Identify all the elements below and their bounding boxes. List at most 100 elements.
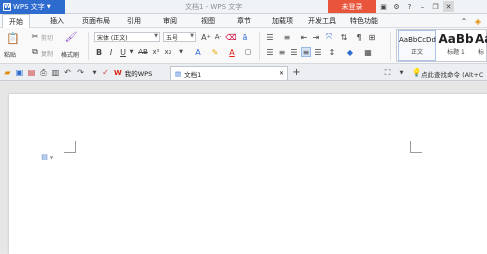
tab-developer[interactable]: 开发工具 (308, 16, 336, 26)
chevron-down-icon[interactable]: ▼ (176, 47, 186, 57)
tab-references[interactable]: 引用 (127, 16, 141, 26)
superscript-icon[interactable]: x² (151, 47, 161, 57)
chevron-down-icon[interactable]: ▼ (90, 68, 99, 77)
wps-logo-icon: W (3, 3, 11, 11)
tab-view[interactable]: 视图 (201, 16, 215, 26)
align-right-icon[interactable]: ☰ (289, 47, 299, 57)
distributed-icon[interactable]: ☰ (313, 47, 323, 57)
borders-icon[interactable]: ▦ (363, 47, 373, 57)
wps-app-menu-button[interactable]: W WPS 文字 ▼ (0, 0, 65, 14)
paste-icon[interactable]: 📋 (6, 31, 20, 45)
chevron-down-icon[interactable]: ▼ (397, 68, 406, 77)
grow-font-icon[interactable]: A + (201, 32, 211, 42)
tab-section[interactable]: 章节 (237, 16, 251, 26)
increase-indent-icon[interactable]: ⇥ (311, 32, 321, 42)
open-folder-icon[interactable]: ▰ (3, 68, 12, 77)
save-icon[interactable]: ▣ (15, 68, 24, 77)
style-heading-1[interactable]: AaBb 标题 1 (438, 30, 474, 61)
print-preview-icon[interactable]: ▥ (51, 68, 60, 77)
login-button[interactable]: 未登录 (328, 0, 376, 13)
format-painter-icon[interactable]: 🖌 (65, 31, 78, 43)
menu-tab-bar: 开始 插入 页面布局 引用 审阅 视图 章节 加载项 开发工具 特色功能 ⌃ ◈ (0, 14, 487, 28)
export-pdf-icon[interactable]: ▤ (27, 68, 36, 77)
margin-corner-top-right (410, 141, 422, 153)
tab-insert[interactable]: 插入 (50, 16, 64, 26)
align-center-icon[interactable]: ≡ (277, 47, 287, 57)
command-search[interactable]: 点此查找命令 (Alt+C (421, 69, 483, 79)
tab-review[interactable]: 审阅 (163, 16, 177, 26)
font-size-select[interactable]: 五号 ▼ (163, 32, 196, 42)
settings-icon[interactable]: ⚙ (391, 1, 402, 12)
phonetic-guide-icon[interactable]: ā (240, 32, 250, 42)
tab-special-features[interactable]: 特色功能 (350, 16, 378, 26)
char-border-icon[interactable]: ▢ (243, 47, 253, 57)
chinese-layout-icon[interactable]: ⤧ (324, 32, 334, 42)
undo-icon[interactable]: ↶ (63, 68, 72, 77)
tab-label: 文档1 (184, 70, 202, 79)
subscript-icon[interactable]: x₂ (163, 47, 173, 57)
chevron-down-icon: ▼ (190, 33, 194, 39)
chevron-down-icon[interactable]: ▼ (129, 47, 134, 57)
document-canvas: ▤ ▼ (0, 81, 487, 254)
copy-label[interactable]: 复制 (41, 49, 53, 58)
justify-icon[interactable]: ≡ (301, 47, 311, 57)
style-sample: AaBb (438, 32, 474, 46)
show-marks-icon[interactable]: ¶ (354, 32, 364, 42)
dock-icon[interactable]: ⛶ (383, 68, 392, 77)
close-icon[interactable]: ✕ (443, 1, 454, 12)
lightbulb-icon: 💡 (411, 68, 422, 77)
ink-icon[interactable]: ✓ (101, 68, 110, 77)
skin-icon[interactable]: ▣ (378, 1, 389, 12)
close-icon[interactable]: ✕ (279, 70, 284, 77)
font-color-icon[interactable]: A (227, 47, 237, 57)
chevron-down-icon: ▼ (46, 4, 51, 10)
strikethrough-icon[interactable]: AB (137, 47, 149, 57)
tab-add-ins[interactable]: 加载项 (272, 16, 293, 26)
format-painter-label[interactable]: 格式刷 (61, 50, 79, 59)
share-icon[interactable]: ◈ (473, 16, 483, 26)
italic-icon[interactable]: I (106, 47, 116, 57)
print-icon[interactable]: ⎙ (39, 68, 48, 77)
table-icon[interactable]: ⊞ (367, 32, 377, 42)
bold-icon[interactable]: B (94, 47, 104, 57)
cut-icon[interactable]: ✂ (31, 32, 39, 41)
redo-icon[interactable]: ↷ (76, 68, 85, 77)
chevron-down-icon: ▼ (154, 33, 158, 39)
cut-label[interactable]: 剪切 (41, 33, 53, 42)
style-name: 标题 1 (447, 49, 465, 56)
paste-label[interactable]: 粘贴 (4, 50, 16, 59)
highlight-color-icon[interactable]: ✎ (210, 47, 220, 57)
bullet-list-icon[interactable]: ☰ (265, 32, 275, 42)
chevron-down-icon[interactable]: ▼ (49, 153, 54, 161)
tab-document-1[interactable]: ▤ 文档1 ✕ (170, 66, 288, 80)
help-icon[interactable]: ? (404, 1, 415, 12)
tab-home[interactable]: 开始 (2, 14, 30, 28)
copy-icon[interactable]: ⧉ (31, 47, 39, 56)
align-left-icon[interactable]: ☰ (265, 47, 275, 57)
style-heading-2[interactable]: Aa 标 (475, 30, 487, 61)
text-effects-icon[interactable]: A (193, 47, 203, 57)
document-page[interactable]: ▤ ▼ (9, 94, 487, 254)
shading-icon[interactable]: ◆ (345, 47, 355, 57)
underline-icon[interactable]: U (118, 47, 128, 57)
clear-format-icon[interactable]: ⌫ (225, 32, 236, 42)
add-tab-icon[interactable]: + (292, 67, 301, 78)
tab-label: 我的WPS (124, 70, 153, 78)
restore-icon[interactable]: ❐ (430, 1, 441, 12)
window-title: 文档1 - WPS 文字 (185, 3, 243, 11)
font-name-select[interactable]: 宋体 (正文) ▼ (94, 32, 160, 42)
tab-my-wps[interactable]: W 我的WPS (110, 66, 170, 80)
paragraph-layout-icon[interactable]: ▤ (40, 152, 49, 161)
decrease-indent-icon[interactable]: ⇤ (299, 32, 309, 42)
shrink-font-icon[interactable]: A- (213, 32, 223, 42)
numbered-list-icon[interactable]: ≡ (282, 32, 292, 42)
style-normal[interactable]: AaBbCcDd 正文 (398, 30, 436, 61)
style-sample: AaBbCcDd (399, 36, 436, 44)
document-icon: ▤ (175, 69, 182, 78)
minimize-icon[interactable]: – (417, 1, 428, 12)
tab-page-layout[interactable]: 页面布局 (82, 16, 110, 26)
collapse-ribbon-icon[interactable]: ⌃ (459, 16, 469, 26)
sort-icon[interactable]: ⇅ (339, 32, 349, 42)
line-spacing-icon[interactable]: ↕ (327, 47, 337, 57)
title-bar: W WPS 文字 ▼ 文档1 - WPS 文字 未登录 ▣ ⚙ ? – ❐ ✕ (0, 0, 487, 14)
